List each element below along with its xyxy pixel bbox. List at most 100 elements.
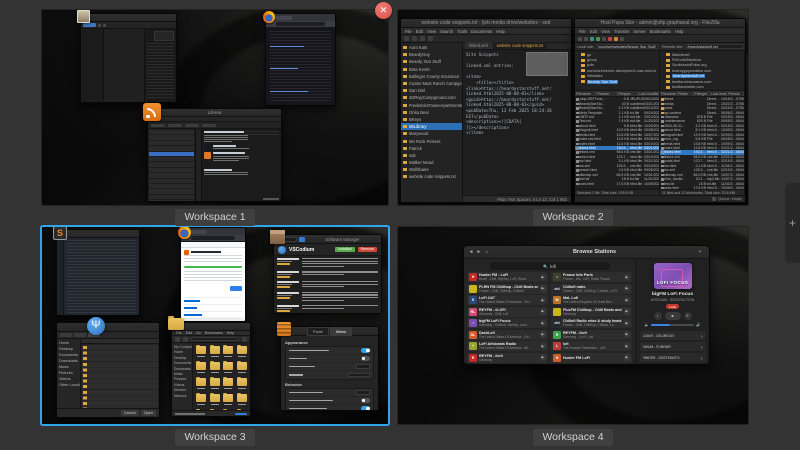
save-song-icon: ⤓ [701, 356, 703, 360]
play-icon: ▶ [624, 274, 631, 281]
menu-item: Go [196, 331, 201, 335]
menu-item: File [176, 331, 182, 335]
sidebar-file-item: Aunt Kats [401, 44, 462, 51]
folder-icon [403, 168, 407, 171]
sublime-text-icon: S [53, 227, 67, 240]
firefox-icon [263, 11, 275, 23]
workspace-1-thumbnail[interactable]: Liferea [42, 10, 388, 205]
tree-item: boldfacewriter.com [666, 84, 744, 89]
mail-preview-pane [145, 29, 176, 102]
mail-message-list [105, 29, 145, 102]
menu-item: Server [633, 29, 645, 34]
workspace-3-thumbnail-selected[interactable]: S [42, 227, 388, 424]
folder-icon [403, 175, 407, 178]
place-item: Documents [172, 360, 192, 365]
webpage-content [181, 242, 245, 321]
play-icon: ▶ [540, 297, 547, 304]
file-open-dialog[interactable]: Ψ HomeDesktopDocumentsDownloadsMusicPict… [56, 322, 160, 418]
sidebar-file-item: Beardy Star Stuff [401, 58, 462, 65]
workspace-2-thumbnail[interactable]: website code snippets.txt - /jeb media d… [398, 10, 748, 205]
mail-folder-pane [82, 30, 104, 101]
close-workspace-button[interactable]: ✕ [375, 2, 392, 19]
sidebar-file-item: website code snippets.txt [401, 173, 462, 180]
station-row: FluxFM Chillhop - Chill Beats and L…Germ… [551, 307, 632, 317]
tab-snippets: website code snippets.txt [493, 42, 548, 49]
play-icon: ▶ [540, 274, 547, 281]
station-logo: chl [553, 319, 561, 327]
add-workspace-button[interactable]: + [785, 183, 800, 263]
menu-item: View [427, 29, 436, 34]
menu-item: Edit [186, 331, 192, 335]
rss-title: Liferea [148, 109, 281, 117]
back-icon: ◄ [468, 249, 474, 255]
remote-file-list: linked Direct…10/15/2… 0755 media Direct… [660, 97, 745, 189]
station-logo: R [469, 354, 477, 362]
text-editor-window[interactable]: website code snippets.txt - /jeb media d… [400, 18, 572, 203]
menu-item: Help [227, 331, 234, 335]
editor-menubar: FileEditViewSearchToolsDocumentsHelp [401, 28, 571, 35]
tab-linked-xml: linked.xml [465, 42, 492, 49]
preferences-window[interactable]: Panel Menu Appearance Behavior [280, 326, 379, 411]
folder-icon [403, 147, 407, 150]
folder-icon [403, 111, 407, 114]
player-panel: LOFI FOCUS bigFM LoFi Focus AFROJAM - SA… [635, 259, 709, 364]
folder-icon [403, 161, 407, 164]
folder-icon [403, 68, 407, 71]
toggle-on [361, 406, 370, 410]
station-logo: + [469, 342, 477, 350]
remote-directory-tree: MainstreetPaTonfsSiteshowSpokesandFolks.… [660, 51, 745, 90]
overlay-thumbnail [526, 52, 568, 76]
url-bar [276, 22, 324, 26]
radio-app-window[interactable]: ◄ ► ⌂ Browse Stations + 🔍 lofi [463, 245, 710, 365]
rss-reader-window[interactable]: Liferea [147, 108, 282, 202]
sublime-text-window[interactable]: S [56, 229, 140, 316]
filezilla-window[interactable]: Host Papa Stor - admin@sftp.graphaeal.or… [574, 18, 746, 203]
menu-item: Tools [457, 29, 467, 34]
open-button: Open [141, 410, 156, 416]
sidebar-file-item: Mo Rock Pickers [401, 137, 462, 144]
firefox-light-window[interactable] [180, 227, 246, 322]
editor-statusbar: Plain Text Spaces: 4 Ln 13, Col 1 INS [463, 195, 571, 202]
line-numbers [57, 238, 64, 315]
station-row: chl Chillofi radioFrance - Chill, ChillH… [551, 284, 632, 294]
nemo-file-manager-window[interactable]: FileEditGoBookmarksHelp My ComputerHomeD… [171, 322, 251, 417]
sidebar-file-item: MtLibrary [401, 123, 462, 130]
tab-panel: Panel [307, 327, 329, 336]
place-item: Network [172, 393, 192, 398]
station-name: bigFM LoFi Focus [652, 292, 693, 297]
play-icon: ▶ [624, 308, 631, 315]
sidebar-file-item: Custer Mast Ranch Campground [401, 80, 462, 87]
play-icon: ▶ [624, 343, 631, 350]
plus-icon: + [789, 216, 796, 230]
play-icon: ▶ [540, 343, 547, 350]
workspace-4-thumbnail[interactable]: ◄ ► ⌂ Browse Stations + 🔍 lofi [398, 227, 748, 424]
folder-icon [403, 104, 407, 107]
station-logo: RL [469, 308, 477, 316]
sidebar-file-item: Ballinger County Insurance [401, 73, 462, 80]
play-icon: ▶ [540, 285, 547, 292]
mail-client-window[interactable] [80, 13, 177, 103]
reviews-list [274, 256, 381, 313]
menu-item: Bookmarks [205, 331, 223, 335]
sidebar-file-item: 4DRwyCampground.com [401, 94, 462, 101]
now-playing-track: AFROJAM - SATISFACTION [651, 298, 694, 302]
volume-low-icon: 🔈 [645, 323, 649, 327]
editor-title: website code snippets.txt - /jeb media d… [401, 19, 571, 28]
installed-badge: Installed [335, 247, 354, 252]
workspace-3-label: Workspace 3 [175, 429, 254, 446]
sidebar-file-item: BKeys [401, 116, 462, 123]
browse-stations-title: Browse Stations [492, 249, 697, 255]
local-site-label: Local site: [577, 45, 594, 49]
menu-item: Transfer [614, 29, 629, 34]
progress-bar [184, 266, 242, 268]
album-art: LOFI FOCUS [654, 263, 692, 289]
software-manager-window[interactable]: Software Manager VSCodium Installed Remo… [273, 234, 382, 314]
sidebar-file-item: Walker Mead [401, 159, 462, 166]
play-icon: ▶ [540, 308, 547, 315]
station-row: L lofiThe Russian Federation - LoFi ▶ [551, 341, 632, 351]
station-logo: S [469, 296, 477, 304]
firefox-dark-window[interactable] [265, 13, 336, 106]
stop-button: ■ [665, 312, 681, 320]
play-icon: ▶ [540, 354, 547, 361]
station-row: :: France Info ParisFrance - Info, LoFi,… [551, 272, 632, 282]
